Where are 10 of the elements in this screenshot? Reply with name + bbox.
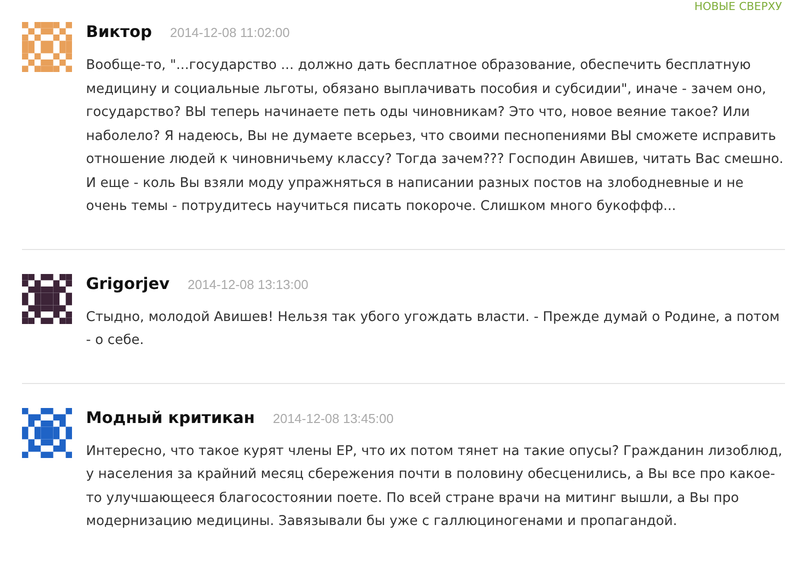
comment-text: Интересно, что такое курят члены ЕР, что их потом тянет на такие опусы? Гражданин лизоблюд, у населения за крайний месяц сбережения почти в половину обесценились, а Вы все про какое-то улучшающееся благосостоянии поете. По всей стране врачи на митинг вышли, а Вы про модернизацию медицины. Завязывали бы уже с галлюциногенами и пропагандой.	[86, 442, 784, 531]
sort-link[interactable]: НОВЫЕ СВЕРХУ	[694, 0, 782, 14]
comment-text: Стыдно, молодой Авишев! Нельзя так убого угождать власти. - Прежде думай о Родине, а потом - о себе.	[86, 308, 781, 350]
author-name: Grigorjev	[86, 274, 170, 292]
author-name: Модный критикан	[86, 408, 255, 426]
author-name: Виктор	[86, 22, 152, 41]
comment-date: 2014-12-08 13:13:00	[188, 276, 308, 292]
comment-date: 2014-12-08 13:45:00	[272, 410, 394, 426]
comment-text: Вообще-то, "...государство ... должно дать бесплатное образование, обеспечить бесплатную медицину и социальные льготы, обязано выплачивать пособия и субсидии", иначе - зачем оно, государство? ВЫ теперь начинаете петь оды чиновникам? Это что, новое веяние такое? Или наболело? Я надеюсь, Вы не думаете всерьез, что своими песнопениями ВЫ сможете исправить отношение людей к чиновничьему классу? Тогда зачем??? Господин Авишев, читать Вас смешно. И еще - коль Вы взяли моду упражняться в написании разных постов на злободневные и не очень темы - потрудитесь научиться писать покороче. Слишком много букоффф...	[86, 57, 784, 216]
comment-date: 2014-12-08 11:02:00	[170, 25, 290, 40]
